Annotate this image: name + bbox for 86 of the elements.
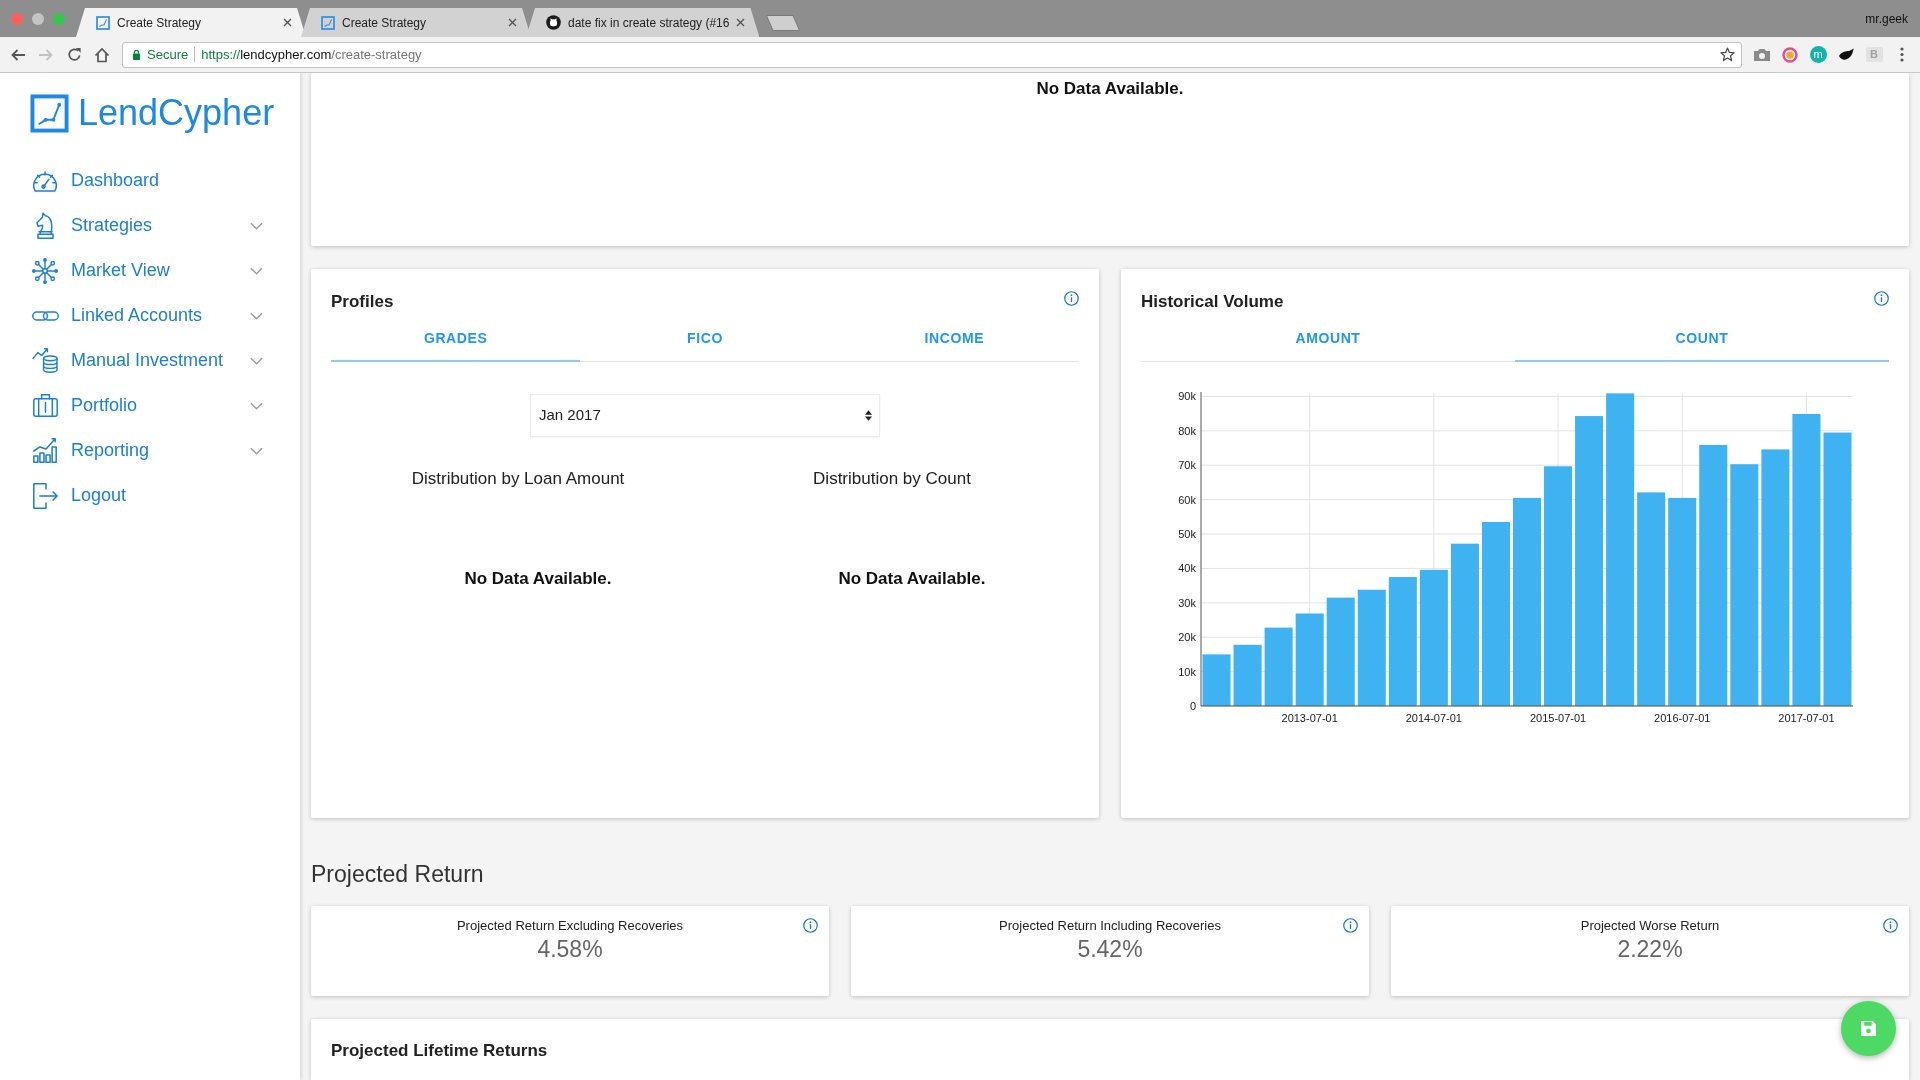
tab[interactable]: GRADES <box>331 317 581 362</box>
panel-title: Historical Volume <box>1141 291 1284 313</box>
sidebar-item[interactable]: Linked Accounts <box>0 293 300 338</box>
axis-label: 90k <box>1178 390 1196 403</box>
empty-message: No Data Available. <box>464 568 612 590</box>
brand-name: LendCypher <box>78 93 275 133</box>
axis-label: 2014-07-01 <box>1405 712 1462 724</box>
chart-logo-icon <box>96 15 110 30</box>
info-icon[interactable] <box>803 918 818 933</box>
browser-tab[interactable]: Create Strategy <box>301 8 531 37</box>
period-select[interactable]: Jan 2017 <box>530 394 880 437</box>
axis-label: 0 <box>1189 700 1196 712</box>
camera-icon[interactable] <box>1753 47 1771 62</box>
close-icon[interactable] <box>283 18 292 27</box>
sidebar-item[interactable]: Reporting <box>0 428 300 473</box>
section-heading: Projected Return <box>311 860 484 889</box>
leaf-icon[interactable] <box>1837 48 1855 61</box>
axis-label: 60k <box>1178 493 1196 506</box>
axis-label: 20k <box>1178 631 1196 644</box>
ring-icon[interactable] <box>1782 46 1798 63</box>
metric-label: Projected Worse Return <box>1580 918 1720 934</box>
chart-title: Distribution by Count <box>813 468 971 490</box>
bar <box>1202 654 1231 706</box>
empty-message: No Data Available. <box>838 568 986 590</box>
bar-chart-icon <box>33 438 57 463</box>
metric-value: 2.22% <box>1617 935 1683 964</box>
axis-label: 2016-07-01 <box>1654 712 1711 724</box>
briefcase-icon <box>32 394 58 417</box>
sort-arrows-icon <box>865 410 872 421</box>
coins-chart-icon <box>32 348 58 373</box>
extension-button[interactable]: m <box>1809 46 1827 63</box>
tab[interactable]: AMOUNT <box>1141 317 1515 362</box>
bar <box>1233 644 1262 706</box>
metric-value: 4.58% <box>537 935 603 964</box>
chart-logo-icon <box>30 93 69 133</box>
security-label: Secure <box>147 45 189 64</box>
axis-label: 2017-07-01 <box>1778 712 1835 724</box>
link-icon <box>31 310 59 321</box>
url-text: https://lendcypher.com/create-strategy <box>201 45 422 64</box>
axis-label: 30k <box>1178 596 1196 609</box>
network-icon <box>32 257 58 284</box>
axis-label: 70k <box>1178 459 1196 472</box>
chess-knight-icon <box>36 212 54 239</box>
new-tab-button[interactable] <box>766 15 801 31</box>
sidebar-item[interactable]: Strategies <box>0 203 300 248</box>
close-icon[interactable] <box>508 18 517 27</box>
panel-title: Profiles <box>331 291 394 313</box>
tab[interactable]: FICO <box>580 317 830 362</box>
bookmark-star-icon[interactable] <box>1720 47 1735 62</box>
home-icon <box>94 46 110 63</box>
axis-label: 50k <box>1178 528 1196 540</box>
metric-label: Projected Return Including Recoveries <box>999 918 1221 934</box>
info-icon[interactable] <box>1883 918 1898 933</box>
chart-title: Distribution by Loan Amount <box>411 468 625 490</box>
axis-label: 2013-07-01 <box>1281 712 1338 724</box>
browser-tab[interactable]: date fix in create strategy (#16 <box>526 8 760 37</box>
browser-tab[interactable]: Create Strategy <box>76 8 306 37</box>
info-icon[interactable] <box>1343 918 1358 933</box>
close-icon[interactable] <box>736 18 746 27</box>
more-menu-icon <box>1900 47 1904 62</box>
axis-label: 40k <box>1178 562 1196 575</box>
sidebar-item[interactable]: Logout <box>0 473 300 518</box>
panel-title: Projected Lifetime Returns <box>331 1040 548 1062</box>
address-field[interactable]: Secure https://lendcypher.com/create-strategy <box>122 41 1742 68</box>
chart-logo-icon <box>321 15 335 30</box>
info-icon[interactable] <box>1874 291 1889 306</box>
axis-label: 80k <box>1178 424 1196 437</box>
axis-label: 2015-07-01 <box>1529 712 1587 724</box>
tab[interactable]: INCOME <box>829 317 1079 362</box>
speedometer-icon <box>33 169 57 192</box>
sidebar-item[interactable]: Market View <box>0 248 300 293</box>
reload-icon <box>66 47 82 62</box>
info-icon[interactable] <box>1064 291 1079 306</box>
user-name: mr.geek <box>1865 10 1909 28</box>
lock-icon <box>132 49 141 60</box>
axis-label: 10k <box>1178 665 1196 678</box>
save-icon <box>1860 1020 1877 1037</box>
metric-value: 5.42% <box>1077 935 1143 964</box>
sidebar-item[interactable]: Dashboard <box>0 158 300 203</box>
sidebar-item[interactable]: Portfolio <box>0 383 300 428</box>
logout-icon <box>32 482 58 509</box>
sidebar-item[interactable]: Manual Investment <box>0 338 300 383</box>
tab[interactable]: COUNT <box>1515 317 1889 362</box>
cat-head-icon <box>546 15 561 30</box>
empty-message: No Data Available. <box>1036 78 1184 100</box>
metric-label: Projected Return Excluding Recoveries <box>456 918 684 934</box>
